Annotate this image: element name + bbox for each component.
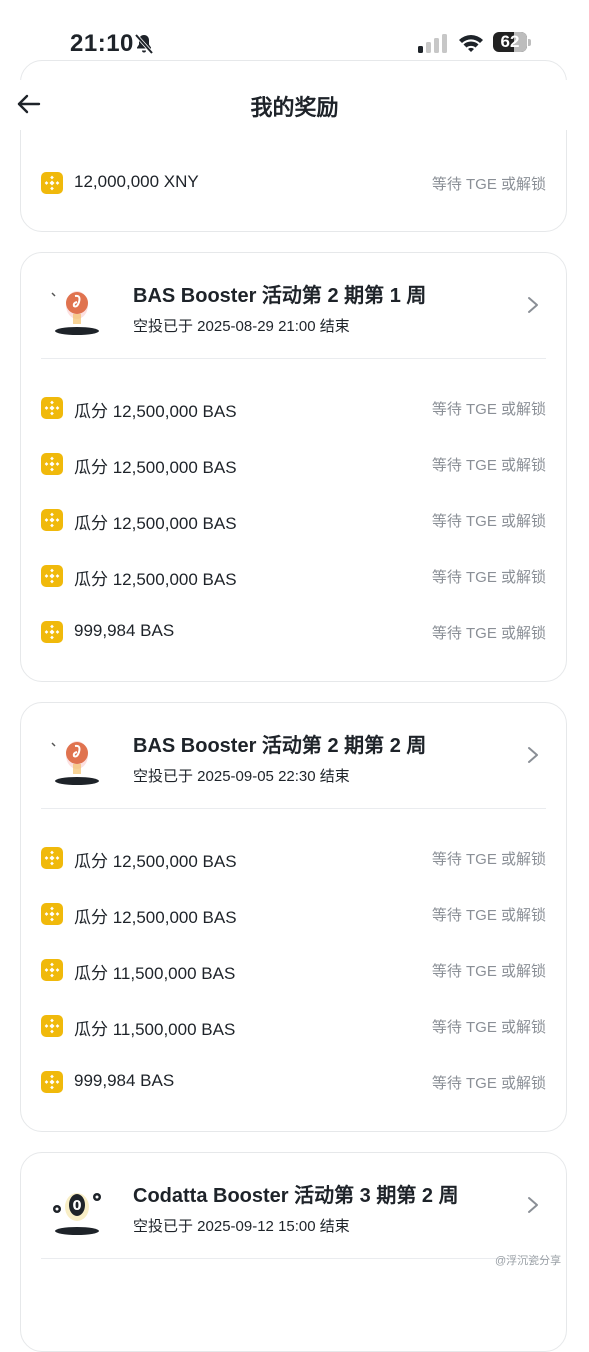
- reward-row: 瓜分 12,500,000 BAS 等待 TGE 或解锁: [21, 388, 566, 428]
- chevron-right-icon: [528, 1197, 538, 1213]
- reward-card: 0 Codatta Booster 活动第 3 期第 2 周 空投已于 2025…: [20, 1152, 567, 1352]
- binance-coin-icon: [41, 453, 63, 475]
- reward-amount: 瓜分 12,500,000 BAS: [74, 908, 237, 927]
- reward-amount: 999,984 BAS: [74, 1071, 175, 1090]
- reward-status: 等待 TGE 或解锁: [431, 1075, 546, 1092]
- campaign-header[interactable]: 0 Codatta Booster 活动第 3 期第 2 周 空投已于 2025…: [21, 1153, 566, 1259]
- binance-coin-icon: [41, 1015, 63, 1037]
- reward-status: 等待 TGE 或解锁: [431, 851, 546, 868]
- campaign-title: BAS Booster 活动第 2 期第 1 周: [133, 285, 427, 307]
- campaign-subtitle: 空投已于 2025-09-05 22:30 结束: [133, 768, 350, 785]
- campaign-header[interactable]: BAS Booster 活动第 2 期第 2 周 空投已于 2025-09-05…: [21, 703, 566, 809]
- campaign-illustration-icon: 0: [53, 1193, 101, 1235]
- page-title: 我的奖励: [250, 95, 339, 120]
- campaign-title: Codatta Booster 活动第 3 期第 2 周: [133, 1185, 459, 1207]
- battery-indicator: 62: [493, 32, 533, 54]
- watermark: @浮沉瓷分享: [495, 1255, 562, 1267]
- reward-amount: 瓜分 12,500,000 BAS: [74, 570, 237, 589]
- reward-amount: 瓜分 12,500,000 BAS: [74, 514, 237, 533]
- binance-coin-icon: [41, 903, 63, 925]
- top-nav: 我的奖励: [0, 80, 589, 130]
- campaign-subtitle: 空投已于 2025-09-12 15:00 结束: [133, 1218, 350, 1235]
- campaign-title: BAS Booster 活动第 2 期第 2 周: [133, 735, 427, 757]
- reward-row: 瓜分 11,500,000 BAS 等待 TGE 或解锁: [21, 950, 566, 990]
- reward-card: BAS Booster 活动第 2 期第 1 周 空投已于 2025-08-29…: [20, 252, 567, 682]
- reward-row: 瓜分 12,500,000 BAS 等待 TGE 或解锁: [21, 444, 566, 484]
- campaign-header[interactable]: BAS Booster 活动第 2 期第 1 周 空投已于 2025-08-29…: [21, 253, 566, 359]
- reward-row: 999,984 BAS 等待 TGE 或解锁: [21, 1062, 566, 1102]
- status-time: 21:10: [70, 30, 134, 57]
- binance-coin-icon: [41, 565, 63, 587]
- binance-coin-icon: [41, 509, 63, 531]
- svg-text:0: 0: [72, 1199, 81, 1214]
- reward-status: 等待 TGE 或解锁: [431, 513, 546, 530]
- binance-coin-icon: [41, 172, 63, 194]
- chevron-right-icon: [528, 297, 538, 313]
- chevron-right-icon: [528, 747, 538, 763]
- reward-status: 等待 TGE 或解锁: [431, 907, 546, 924]
- reward-status: 等待 TGE 或解锁: [431, 625, 546, 642]
- reward-row: 瓜分 12,500,000 BAS 等待 TGE 或解锁: [21, 838, 566, 878]
- binance-coin-icon: [41, 621, 63, 643]
- reward-row: 瓜分 12,500,000 BAS 等待 TGE 或解锁: [21, 556, 566, 596]
- divider: [41, 808, 546, 809]
- battery-level: 62: [500, 32, 520, 51]
- reward-amount: 瓜分 11,500,000 BAS: [74, 964, 236, 983]
- binance-coin-icon: [41, 959, 63, 981]
- reward-amount: 瓜分 12,500,000 BAS: [74, 402, 237, 421]
- reward-row: 999,984 BAS 等待 TGE 或解锁: [21, 612, 566, 652]
- reward-amount: 12,000,000 XNY: [74, 172, 199, 191]
- reward-status: 等待 TGE 或解锁: [431, 963, 546, 980]
- reward-status: 等待 TGE 或解锁: [431, 457, 546, 474]
- binance-coin-icon: [41, 1071, 63, 1093]
- divider: [41, 1258, 546, 1259]
- reward-status: 等待 TGE 或解锁: [431, 1019, 546, 1036]
- binance-coin-icon: [41, 847, 63, 869]
- reward-status: 等待 TGE 或解锁: [431, 569, 546, 586]
- reward-amount: 999,984 BAS: [74, 621, 175, 640]
- reward-row: 瓜分 12,500,000 BAS 等待 TGE 或解锁: [21, 894, 566, 934]
- divider: [41, 358, 546, 359]
- reward-amount: 瓜分 12,500,000 BAS: [74, 852, 237, 871]
- wifi-icon: [459, 35, 483, 52]
- cellular-signal-icon: [418, 34, 447, 53]
- campaign-illustration-icon: [51, 741, 99, 785]
- reward-row: 瓜分 11,500,000 BAS 等待 TGE 或解锁: [21, 1006, 566, 1046]
- reward-status: 等待 TGE 或解锁: [431, 401, 546, 418]
- reward-amount: 瓜分 12,500,000 BAS: [74, 458, 237, 477]
- binance-coin-icon: [41, 397, 63, 419]
- reward-card: BAS Booster 活动第 2 期第 2 周 空投已于 2025-09-05…: [20, 702, 567, 1132]
- reward-row: 12,000,000 XNY 等待 TGE 或解锁: [21, 163, 566, 203]
- reward-amount: 瓜分 11,500,000 BAS: [74, 1020, 236, 1039]
- reward-row: 瓜分 12,500,000 BAS 等待 TGE 或解锁: [21, 500, 566, 540]
- bell-slash-icon: [134, 33, 154, 55]
- campaign-illustration-icon: [51, 291, 99, 335]
- campaign-subtitle: 空投已于 2025-08-29 21:00 结束: [133, 318, 350, 335]
- reward-status: 等待 TGE 或解锁: [431, 176, 546, 193]
